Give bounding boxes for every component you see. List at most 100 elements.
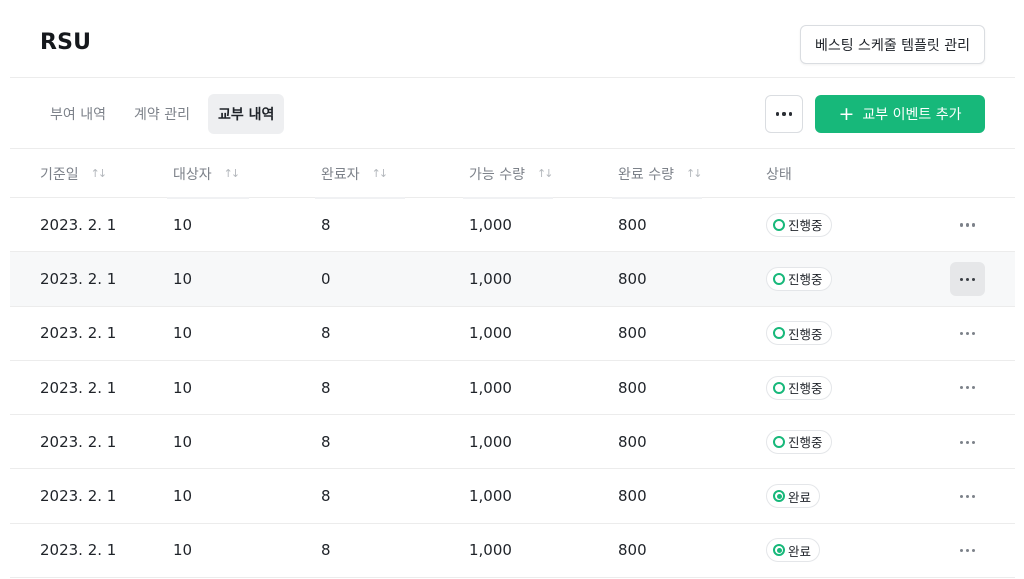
- column-header-completed-qty[interactable]: 완료 수량 ↑↓: [612, 149, 703, 199]
- table-row[interactable]: 2023. 2. 1 10 8 1,000 800 진행중: [10, 307, 1015, 361]
- cell-date: 2023. 2. 1: [40, 215, 117, 234]
- more-horizontal-icon: [959, 277, 963, 281]
- status-label: 완료: [788, 543, 812, 559]
- status-badge: 완료: [766, 538, 821, 563]
- cell-status: 진행중: [766, 361, 832, 414]
- sort-arrows-icon: ↑↓: [223, 167, 241, 180]
- more-horizontal-icon: [959, 440, 963, 444]
- circle-outline-icon: [773, 327, 785, 340]
- cell-status: 완료: [766, 524, 821, 577]
- row-more-button[interactable]: [950, 479, 985, 513]
- radio-filled-icon: [773, 544, 785, 557]
- column-header-target[interactable]: 대상자 ↑↓: [167, 149, 249, 199]
- cell-status: 진행중: [766, 198, 832, 251]
- add-issuance-event-button[interactable]: + 교부 이벤트 추가: [815, 95, 985, 133]
- row-more-button[interactable]: [950, 317, 985, 351]
- more-horizontal-icon: [959, 386, 963, 390]
- page-header: RSU 베스팅 스케줄 템플릿 관리: [10, 0, 1015, 78]
- status-label: 진행중: [788, 326, 823, 342]
- toolbar: 부여 내역 계약 관리 교부 내역 + 교부 이벤트 추가: [10, 79, 1015, 149]
- cell-completed-qty: 800: [618, 269, 647, 288]
- cell-date: 2023. 2. 1: [40, 269, 117, 288]
- sort-arrows-icon: ↑↓: [536, 167, 554, 180]
- table-row[interactable]: 2023. 2. 1 10 0 1,000 800 진행중: [10, 252, 1015, 307]
- cell-status: 진행중: [766, 415, 832, 468]
- circle-outline-icon: [773, 381, 785, 394]
- cell-target: 10: [173, 487, 193, 506]
- cell-completed: 8: [321, 324, 331, 343]
- issuance-table: 기준일 ↑↓ 대상자 ↑↓ 완료자 ↑↓ 가능 수량 ↑↓ 완료 수량 ↑↓ 상태 202…: [10, 149, 1015, 579]
- cell-available-qty: 1,000: [469, 432, 512, 451]
- more-horizontal-icon: [959, 549, 963, 553]
- cell-target: 10: [173, 541, 193, 560]
- status-badge: 완료: [766, 484, 821, 509]
- cell-date: 2023. 2. 1: [40, 432, 117, 451]
- more-horizontal-icon: [959, 332, 963, 336]
- cell-target: 10: [173, 324, 193, 343]
- row-more-button[interactable]: [950, 208, 985, 242]
- table-row[interactable]: 2023. 2. 1 10 8 1,000 800 진행중: [10, 198, 1015, 253]
- status-badge: 진행중: [766, 429, 832, 454]
- row-more-button[interactable]: [950, 534, 985, 568]
- sort-arrows-icon: ↑↓: [685, 167, 703, 180]
- table-body: 2023. 2. 1 10 8 1,000 800 진행중 2023. 2. 1 10 0 1,0…: [10, 198, 1015, 579]
- tab-contract-management[interactable]: 계약 관리: [124, 94, 200, 134]
- cell-available-qty: 1,000: [469, 215, 512, 234]
- cell-completed-qty: 800: [618, 215, 647, 234]
- cell-completed: 8: [321, 215, 331, 234]
- cell-available-qty: 1,000: [469, 378, 512, 397]
- more-horizontal-icon: [959, 223, 963, 227]
- column-header-available-qty[interactable]: 가능 수량 ↑↓: [463, 149, 554, 199]
- more-options-button[interactable]: [765, 95, 803, 133]
- status-badge: 진행중: [766, 266, 832, 291]
- plus-icon: +: [838, 102, 855, 125]
- status-label: 완료: [788, 489, 812, 505]
- tab-grant-history[interactable]: 부여 내역: [40, 94, 116, 134]
- tab-list: 부여 내역 계약 관리 교부 내역: [40, 94, 285, 134]
- vesting-template-button[interactable]: 베스팅 스케줄 템플릿 관리: [799, 25, 985, 64]
- sort-arrows-icon: ↑↓: [90, 167, 108, 180]
- column-header-date[interactable]: 기준일 ↑↓: [40, 149, 108, 198]
- cell-available-qty: 1,000: [469, 541, 512, 560]
- status-badge: 진행중: [766, 212, 832, 237]
- page-title: RSU: [40, 30, 92, 55]
- cell-completed: 8: [321, 541, 331, 560]
- cell-completed: 8: [321, 487, 331, 506]
- cell-completed-qty: 800: [618, 324, 647, 343]
- table-row[interactable]: 2023. 2. 1 10 8 1,000 800 진행중: [10, 415, 1015, 470]
- cell-target: 10: [173, 432, 193, 451]
- circle-outline-icon: [773, 435, 785, 448]
- cell-completed-qty: 800: [618, 378, 647, 397]
- circle-outline-icon: [773, 272, 785, 285]
- status-label: 진행중: [788, 381, 823, 397]
- column-header-status: 상태: [766, 166, 792, 183]
- tab-issuance-history[interactable]: 교부 내역: [207, 94, 285, 134]
- cell-completed: 0: [321, 269, 331, 288]
- table-row[interactable]: 2023. 2. 1 10 8 1,000 800 완료: [10, 524, 1015, 579]
- status-label: 진행중: [788, 435, 823, 451]
- cell-available-qty: 1,000: [469, 269, 512, 288]
- status-badge: 진행중: [766, 375, 832, 400]
- cell-date: 2023. 2. 1: [40, 324, 117, 343]
- add-issuance-event-label: 교부 이벤트 추가: [862, 107, 962, 123]
- table-row[interactable]: 2023. 2. 1 10 8 1,000 800 완료: [10, 469, 1015, 524]
- cell-status: 진행중: [766, 252, 832, 305]
- row-more-button[interactable]: [950, 371, 985, 405]
- table-header: 기준일 ↑↓ 대상자 ↑↓ 완료자 ↑↓ 가능 수량 ↑↓ 완료 수량 ↑↓ 상태: [10, 149, 1015, 199]
- cell-available-qty: 1,000: [469, 324, 512, 343]
- cell-status: 완료: [766, 469, 821, 522]
- table-row[interactable]: 2023. 2. 1 10 8 1,000 800 진행중: [10, 361, 1015, 416]
- radio-filled-icon: [773, 490, 785, 503]
- cell-completed: 8: [321, 432, 331, 451]
- cell-target: 10: [173, 215, 193, 234]
- status-label: 진행중: [788, 218, 823, 234]
- cell-completed: 8: [321, 378, 331, 397]
- cell-target: 10: [173, 269, 193, 288]
- row-more-button[interactable]: [950, 262, 985, 297]
- cell-date: 2023. 2. 1: [40, 378, 117, 397]
- row-more-button[interactable]: [950, 425, 985, 459]
- column-header-completed[interactable]: 완료자 ↑↓: [315, 149, 405, 199]
- cell-available-qty: 1,000: [469, 487, 512, 506]
- sort-arrows-icon: ↑↓: [371, 167, 389, 180]
- status-label: 진행중: [788, 272, 823, 288]
